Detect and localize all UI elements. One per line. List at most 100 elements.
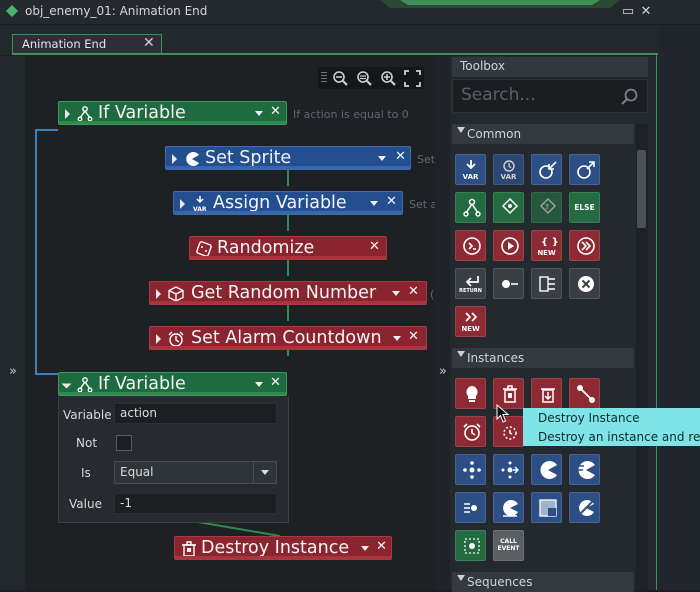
variable-field[interactable]: action	[114, 403, 277, 424]
expand-arrow-icon[interactable]	[180, 199, 185, 209]
section-instances[interactable]: Instances	[452, 348, 634, 368]
toolbox-sprite-rotate-icon[interactable]	[493, 492, 524, 523]
toolbox-set-var-icon[interactable]	[569, 154, 600, 185]
toolbox-call-event-icon[interactable]: CALL EVENT	[493, 530, 524, 561]
expand-arrow-icon[interactable]	[65, 109, 70, 119]
toolbox-global-var-icon[interactable]: VAR	[493, 154, 524, 185]
toolbox-destroy-at-position-icon[interactable]	[531, 378, 562, 409]
expand-right-chevron-icon[interactable]: »	[439, 364, 447, 379]
left-gutter	[0, 56, 25, 590]
toolbox-return-icon[interactable]: RETURN	[455, 268, 486, 299]
toolbox-search-input[interactable]: Search...	[452, 79, 648, 113]
zoom-out-icon[interactable]	[332, 70, 349, 87]
action-get-random-number[interactable]: Get Random Number ✕	[149, 281, 427, 305]
toolbox-get-var-icon[interactable]	[531, 154, 562, 185]
chevron-down-icon[interactable]	[255, 111, 263, 116]
zoom-in-icon[interactable]	[380, 70, 397, 87]
toolbox-create-instance-icon[interactable]	[455, 378, 486, 409]
section-sequences[interactable]: Sequences	[452, 572, 634, 592]
remove-action-button[interactable]: ✕	[270, 375, 281, 390]
chevron-down-icon[interactable]	[378, 156, 386, 161]
chevron-down-icon[interactable]	[370, 201, 378, 206]
action-randomize[interactable]: Randomize ✕	[189, 236, 387, 260]
section-common[interactable]: Common	[452, 124, 634, 144]
toolbox-new-repeat-icon[interactable]: NEW	[455, 306, 486, 337]
tab-animation-end[interactable]: Animation End ✕	[12, 34, 162, 54]
window-right-edge	[656, 25, 700, 590]
toolbox-if-expression-icon[interactable]	[493, 192, 524, 223]
expand-arrow-icon[interactable]	[172, 154, 177, 164]
toolbox-exit-event-icon[interactable]	[569, 268, 600, 299]
expand-left-chevron-icon[interactable]: »	[9, 364, 17, 379]
toolbox-if-instance-icon[interactable]: ?	[531, 192, 562, 223]
panel-splitter[interactable]	[435, 56, 450, 590]
collapse-arrow-icon[interactable]	[61, 383, 72, 389]
action-if-variable[interactable]: If Variable ✕	[58, 101, 287, 125]
set-sprite-icon	[186, 152, 199, 166]
chevron-down-icon[interactable]	[253, 462, 276, 483]
toolbox-sprite-flip-icon[interactable]	[569, 492, 600, 523]
toolbox-skip-icon[interactable]	[569, 230, 600, 261]
toolbox-set-sprite-icon[interactable]	[531, 454, 562, 485]
section-label: Sequences	[467, 575, 533, 589]
assign-variable-icon: VAR	[193, 196, 207, 212]
action-destroy-instance[interactable]: Destroy Instance ✕	[174, 536, 392, 560]
remove-action-button[interactable]: ✕	[386, 194, 397, 209]
tab-close-button[interactable]: ✕	[143, 35, 155, 51]
toolbox-declare-var-icon[interactable]: VAR	[455, 154, 486, 185]
remove-action-button[interactable]: ✕	[369, 239, 380, 254]
chevron-down-icon[interactable]	[255, 382, 263, 387]
chevron-down-icon[interactable]	[361, 546, 369, 551]
action-assign-variable[interactable]: VAR Assign Variable ✕	[173, 191, 403, 215]
toolbox-animation-speed-icon[interactable]	[569, 454, 600, 485]
value-field[interactable]: -1	[114, 493, 277, 514]
action-set-alarm-countdown[interactable]: Set Alarm Countdown ✕	[149, 326, 427, 350]
expand-arrow-icon[interactable]	[156, 334, 161, 344]
is-label: Is	[81, 466, 91, 480]
toolbox-move-fixed-icon[interactable]	[455, 492, 486, 523]
minimize-button[interactable]: ▭	[620, 4, 636, 20]
grip-icon	[321, 72, 327, 82]
toolbox-sprite-colour-icon[interactable]	[531, 492, 562, 523]
svg-text:{ }: { }	[541, 237, 558, 246]
action-if-variable-expanded[interactable]: If Variable ✕	[58, 372, 287, 396]
toolbox-play-icon[interactable]	[493, 230, 524, 261]
fit-view-icon[interactable]	[404, 70, 421, 87]
toolbox-move-towards-icon[interactable]	[493, 454, 524, 485]
titlebar-decoration	[380, 0, 620, 8]
remove-action-button[interactable]: ✕	[270, 104, 281, 119]
dice-icon	[196, 241, 212, 257]
toolbox-if-variable-icon[interactable]	[455, 192, 486, 223]
chevron-down-icon[interactable]	[392, 291, 400, 296]
toolbox-change-instance-icon[interactable]	[569, 378, 600, 409]
toolbox-move-free-icon[interactable]	[455, 454, 486, 485]
toolbox-title: Toolbox	[460, 59, 505, 73]
window-accent-line	[656, 25, 657, 590]
toolbox-execute-code-icon[interactable]	[455, 230, 486, 261]
toolbox-else-icon[interactable]: ELSE	[569, 192, 600, 223]
toolbox-if-instance-exists-icon[interactable]	[455, 530, 486, 561]
action-hint: (	[430, 288, 435, 301]
zoom-reset-icon[interactable]	[356, 70, 373, 87]
toolbox-call-function-icon[interactable]	[493, 268, 524, 299]
toolbox-new-struct-icon[interactable]: { } NEW	[531, 230, 562, 261]
action-name: Get Random Number	[191, 283, 377, 303]
remove-action-button[interactable]: ✕	[395, 149, 406, 164]
cube-icon	[168, 286, 184, 302]
remove-action-button[interactable]: ✕	[408, 284, 419, 299]
chevron-down-icon[interactable]	[393, 336, 401, 341]
action-name: If Variable	[98, 103, 186, 123]
not-checkbox[interactable]	[116, 435, 132, 451]
toolbox-alarm-icon[interactable]	[455, 416, 486, 447]
tooltip-description: Destroy an instance and remo	[538, 430, 700, 444]
remove-action-button[interactable]: ✕	[376, 539, 387, 554]
toolbox-switch-icon[interactable]	[531, 268, 562, 299]
scrollbar-thumb[interactable]	[637, 150, 646, 228]
window-close-button[interactable]: ✕	[638, 4, 654, 20]
expand-arrow-icon[interactable]	[156, 289, 161, 299]
action-set-sprite[interactable]: Set Sprite ✕	[165, 146, 411, 170]
tooltip: Destroy Instance Destroy an instance and…	[523, 408, 700, 446]
action-hint: Set a	[409, 198, 438, 211]
remove-action-button[interactable]: ✕	[408, 329, 419, 344]
is-select[interactable]: Equal	[114, 461, 277, 484]
